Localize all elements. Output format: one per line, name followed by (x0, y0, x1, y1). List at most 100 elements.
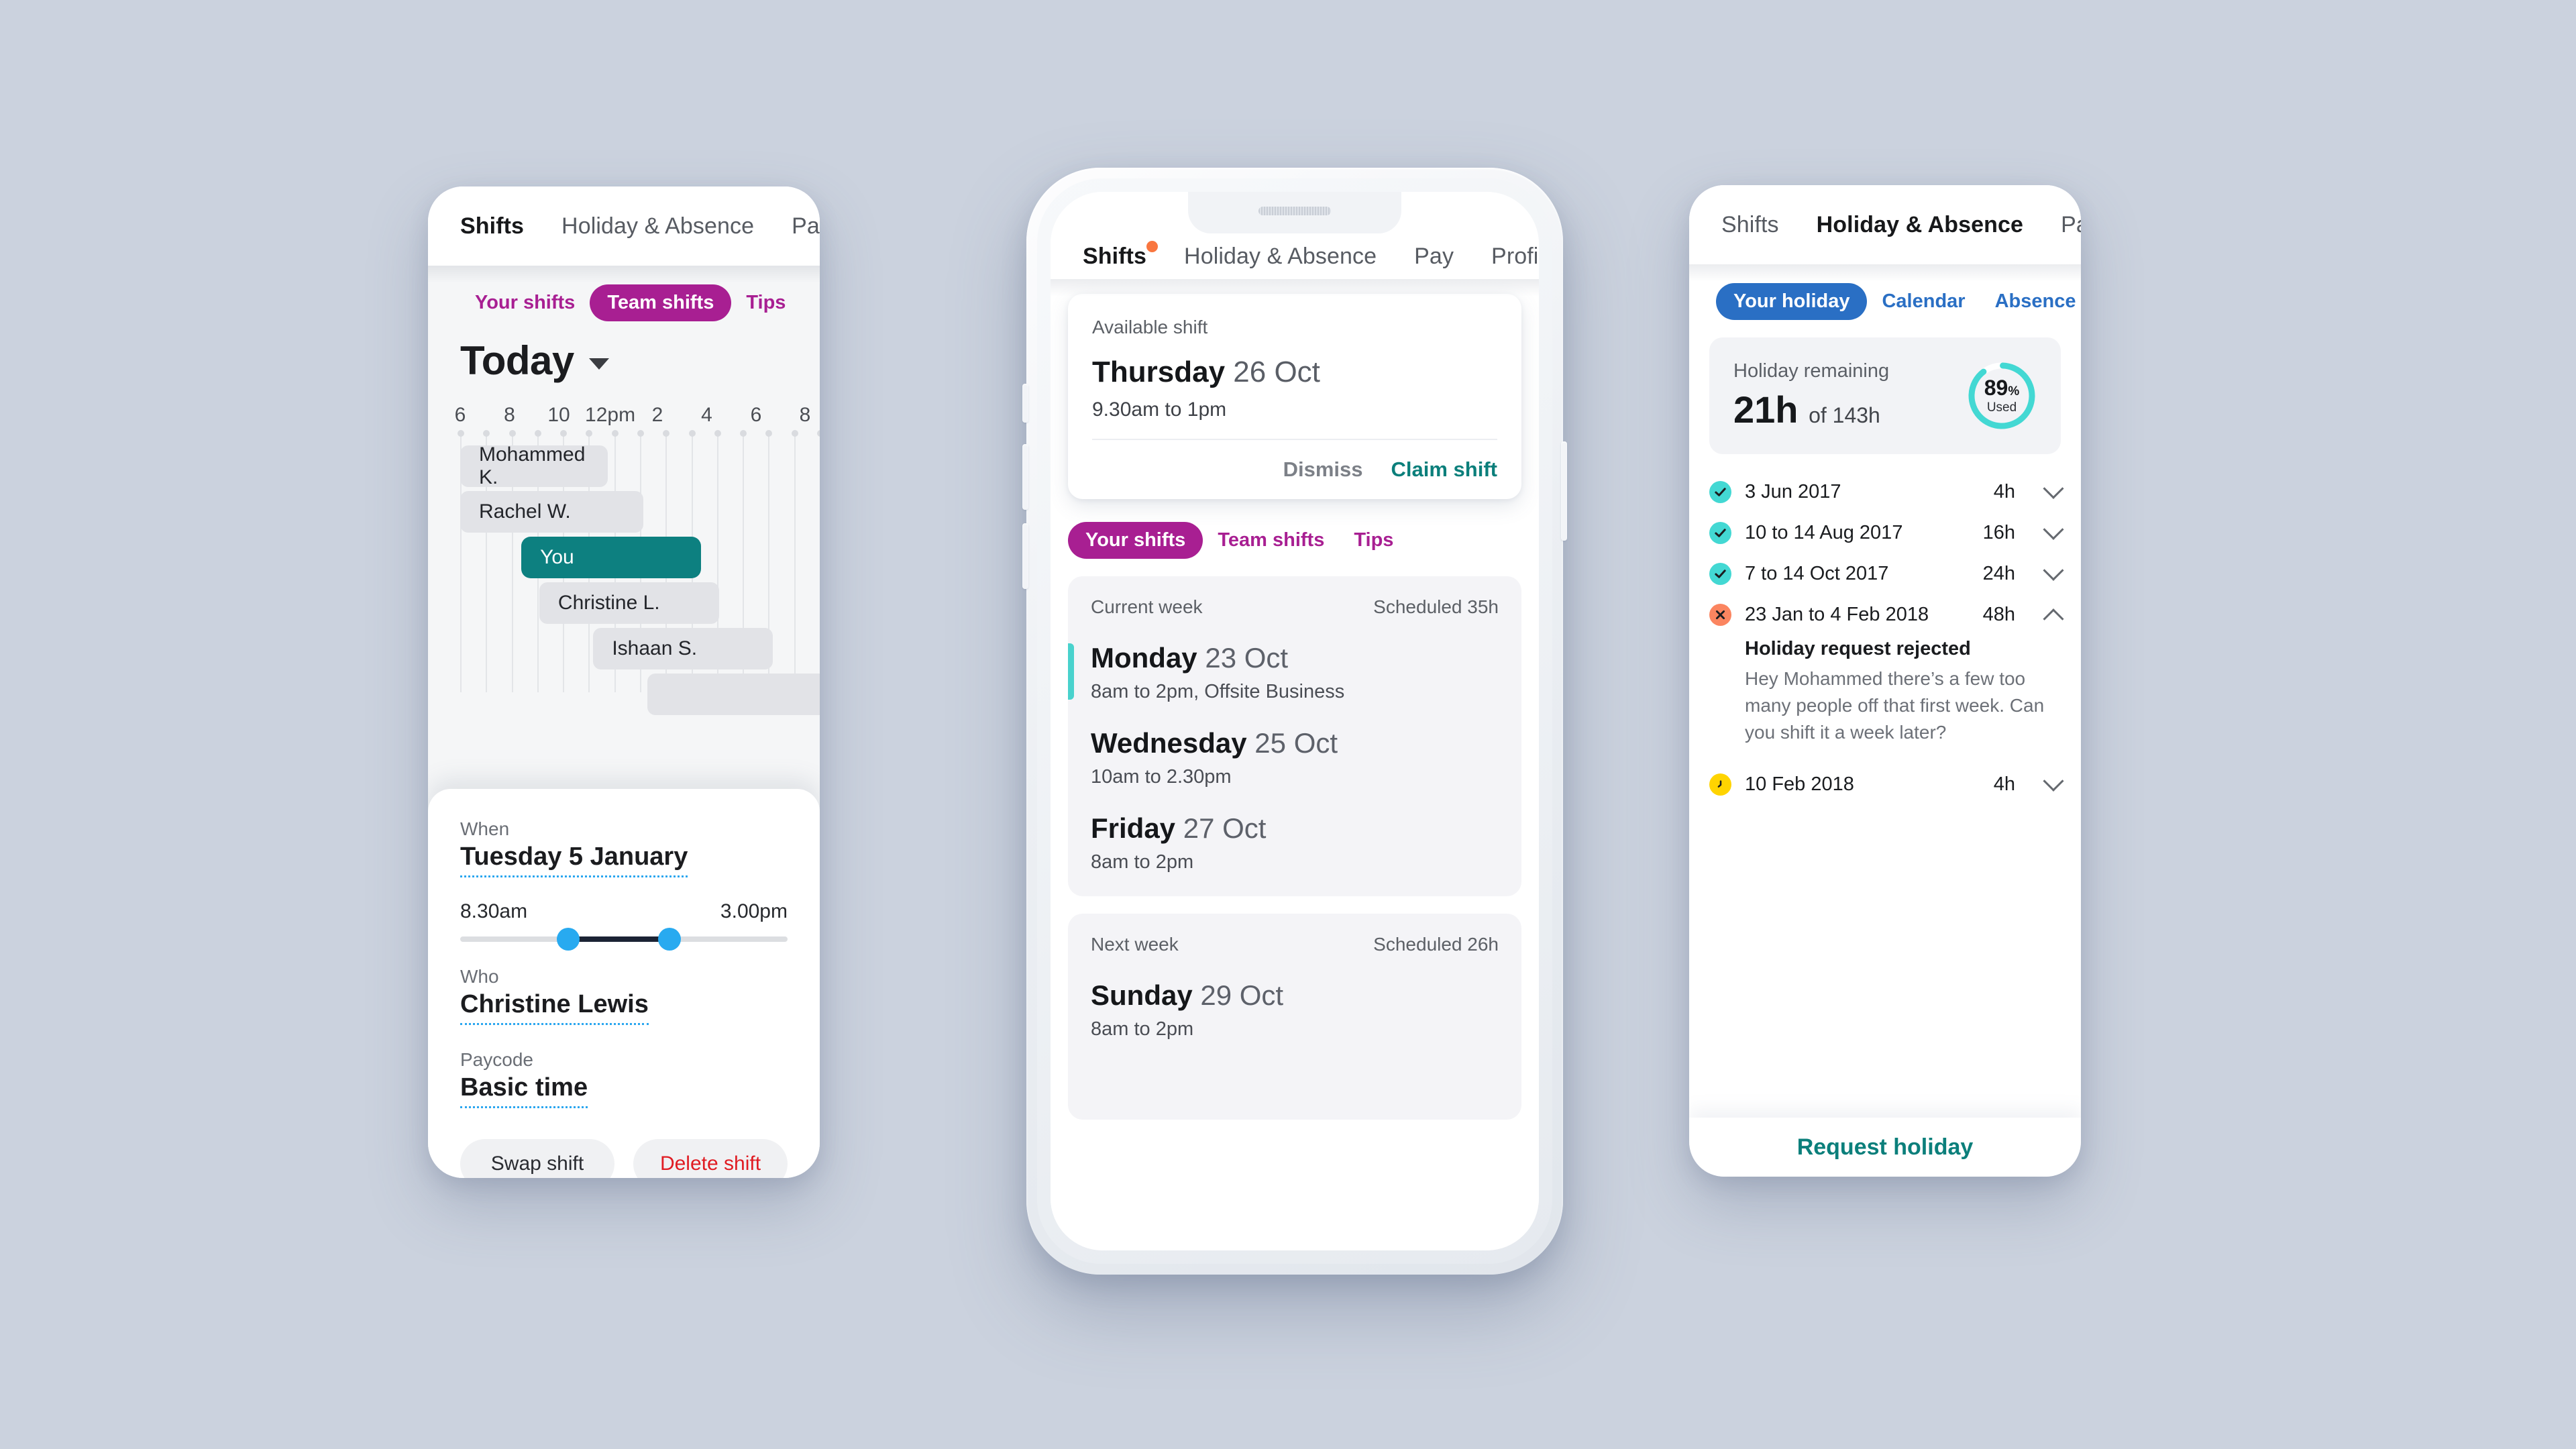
holiday-request-date: 23 Jan to 4 Feb 2018 (1745, 604, 1929, 625)
shift-time: 8am to 2pm (1091, 1018, 1194, 1040)
timeline-bar[interactable]: Rachel W. (460, 491, 644, 533)
slider-track[interactable] (460, 928, 788, 951)
nav-item-shifts[interactable]: Shifts (1083, 241, 1159, 270)
shift-list-item[interactable]: Sunday 29 Oct 8am to 2pm (1091, 979, 1499, 1040)
pill-team-shifts[interactable]: Team shifts (590, 284, 732, 321)
paycode-label: Paycode (460, 1049, 533, 1070)
nav-item-pay[interactable]: Pay (2061, 212, 2081, 238)
shift-time: 8am to 2pm (1091, 851, 1194, 873)
delete-shift-button[interactable]: Delete shift (633, 1139, 788, 1178)
volume-down-button[interactable] (1022, 523, 1028, 589)
nav-item-holiday-absence[interactable]: Holiday & Absence (1184, 244, 1377, 270)
timeline-bar[interactable]: Ishaan S. (593, 628, 773, 669)
claim-shift-button[interactable]: Claim shift (1391, 458, 1497, 482)
volume-up-button[interactable] (1022, 444, 1028, 510)
shift-list-item[interactable]: Friday 27 Oct 8am to 2pm (1091, 812, 1499, 873)
shift-date (1091, 1065, 1499, 1097)
pill-tips[interactable]: Tips (731, 284, 800, 321)
holiday-request-date: 10 to 14 Aug 2017 (1745, 522, 1903, 543)
nav-item-profile[interactable]: Profile (1491, 244, 1539, 270)
available-shift-day: Thursday (1092, 356, 1226, 388)
holiday-request-row[interactable]: 10 Feb 2018 4h (1689, 764, 2081, 805)
request-holiday-footer[interactable]: Request holiday (1689, 1118, 2081, 1177)
shift-date: Friday 27 Oct (1091, 812, 1499, 845)
mute-switch[interactable] (1022, 384, 1028, 423)
nav-item-pay[interactable]: Pay (1414, 244, 1454, 270)
time-range-slider[interactable]: 8.30am 3.00pm (460, 900, 788, 951)
pill-absence[interactable]: Absence (1980, 283, 2081, 320)
timeline-bar[interactable]: Mohammed K. (460, 443, 608, 488)
when-field[interactable]: When Tuesday 5 January (460, 818, 788, 877)
when-label: When (460, 818, 510, 839)
shift-dayname: Wednesday (1091, 727, 1247, 759)
nav-item-shifts[interactable]: Shifts (1721, 212, 1779, 238)
hour-tick: 10 (547, 404, 570, 426)
end-time-label: 3.00pm (720, 900, 788, 922)
slider-knob-start[interactable] (557, 928, 580, 951)
holiday-remaining-hours: 21h (1733, 388, 1799, 431)
holiday-request-row[interactable]: 3 Jun 2017 4h (1689, 472, 2081, 513)
center-phone-body: Available shift Thursday 26 Oct 9.30am t… (1051, 279, 1539, 1250)
nav-item-holiday-absence[interactable]: Holiday & Absence (1817, 212, 2023, 238)
nav-item-shifts[interactable]: Shifts (460, 213, 524, 239)
week-title: Next week (1091, 934, 1179, 955)
nav-item-holiday-absence[interactable]: Holiday & Absence (561, 213, 754, 239)
paycode-value[interactable]: Basic time (460, 1073, 588, 1108)
swap-shift-button[interactable]: Swap shift (460, 1139, 614, 1178)
pill-team-shifts[interactable]: Team shifts (1203, 522, 1339, 559)
holiday-filter-pills: Your holiday Calendar Absence (1689, 264, 2081, 320)
holiday-request-row[interactable]: 10 to 14 Aug 2017 16h (1689, 513, 2081, 553)
holiday-summary-text: Holiday remaining 21h of 143h (1733, 360, 1889, 431)
right-phone-body: Your holiday Calendar Absence Holiday re… (1689, 264, 2081, 1118)
donut-center-labels: 89% Used (1967, 361, 2037, 431)
pill-your-shifts[interactable]: Your shifts (460, 284, 590, 321)
shift-datenum: 29 Oct (1192, 979, 1284, 1011)
pill-calendar[interactable]: Calendar (1867, 283, 1980, 320)
chevron-up-icon[interactable] (2043, 608, 2064, 629)
pill-tips[interactable]: Tips (1339, 522, 1408, 559)
timeline-bar-label: Christine L. (557, 592, 660, 614)
dismiss-button[interactable]: Dismiss (1283, 458, 1363, 482)
nav-item-pay[interactable]: Pay (792, 213, 820, 239)
shift-list-item[interactable]: Monday 23 Oct 8am to 2pm, Offsite Busine… (1068, 642, 1499, 703)
start-time-label: 8.30am (460, 900, 528, 922)
holiday-request-row[interactable]: 7 to 14 Oct 2017 24h (1689, 553, 2081, 594)
slider-fill (568, 936, 670, 942)
power-button[interactable] (1561, 441, 1567, 541)
timeline-bar[interactable]: Christine L. (539, 582, 719, 624)
pill-your-shifts[interactable]: Your shifts (1068, 522, 1203, 559)
who-label: Who (460, 966, 499, 987)
slider-knob-end[interactable] (658, 928, 682, 951)
check-icon (1709, 481, 1731, 503)
paycode-field[interactable]: Paycode Basic time (460, 1049, 788, 1108)
who-value[interactable]: Christine Lewis (460, 990, 649, 1025)
pill-your-holiday[interactable]: Your holiday (1716, 283, 1868, 320)
shift-list-item-partial[interactable] (1091, 1065, 1499, 1097)
when-value[interactable]: Tuesday 5 January (460, 843, 688, 877)
timeline-bar[interactable] (647, 674, 820, 715)
available-shift-actions: Dismiss Claim shift (1092, 440, 1497, 482)
holiday-request-row-expanded[interactable]: 23 Jan to 4 Feb 2018 48h (1689, 594, 2081, 635)
available-shift-time: 9.30am to 1pm (1092, 398, 1227, 421)
center-shift-filter-pills: Your shifts Team shifts Tips (1051, 499, 1539, 559)
timeline-bar-you[interactable]: You (521, 537, 702, 578)
donut-caption: Used (1986, 400, 2017, 415)
chevron-down-icon[interactable] (2043, 519, 2064, 540)
cross-icon (1709, 604, 1731, 626)
nav-item-label: Pay (2061, 211, 2081, 237)
shift-datenum: 27 Oct (1175, 812, 1267, 844)
shift-time: 10am to 2.30pm (1091, 766, 1232, 788)
holiday-request-hours: 4h (1993, 481, 2015, 502)
right-phone-screen: Shifts Holiday & Absence Pay Profile You… (1689, 185, 2081, 1177)
who-field[interactable]: Who Christine Lewis (460, 966, 788, 1025)
chevron-down-icon[interactable] (2043, 770, 2064, 792)
shift-list-item[interactable]: Wednesday 25 Oct 10am to 2.30pm (1091, 727, 1499, 788)
chevron-down-icon[interactable] (2043, 478, 2064, 499)
shift-date: Sunday 29 Oct (1091, 979, 1499, 1012)
right-phone-nav: Shifts Holiday & Absence Pay Profile (1689, 185, 2081, 264)
nav-item-label: Holiday & Absence (1816, 211, 2024, 237)
hour-tick: 12pm (585, 404, 636, 426)
chevron-down-icon[interactable] (2043, 559, 2064, 581)
day-selector[interactable]: Today (428, 321, 820, 384)
holiday-request-detail: Holiday request rejected Hey Mohammed th… (1689, 635, 2081, 752)
